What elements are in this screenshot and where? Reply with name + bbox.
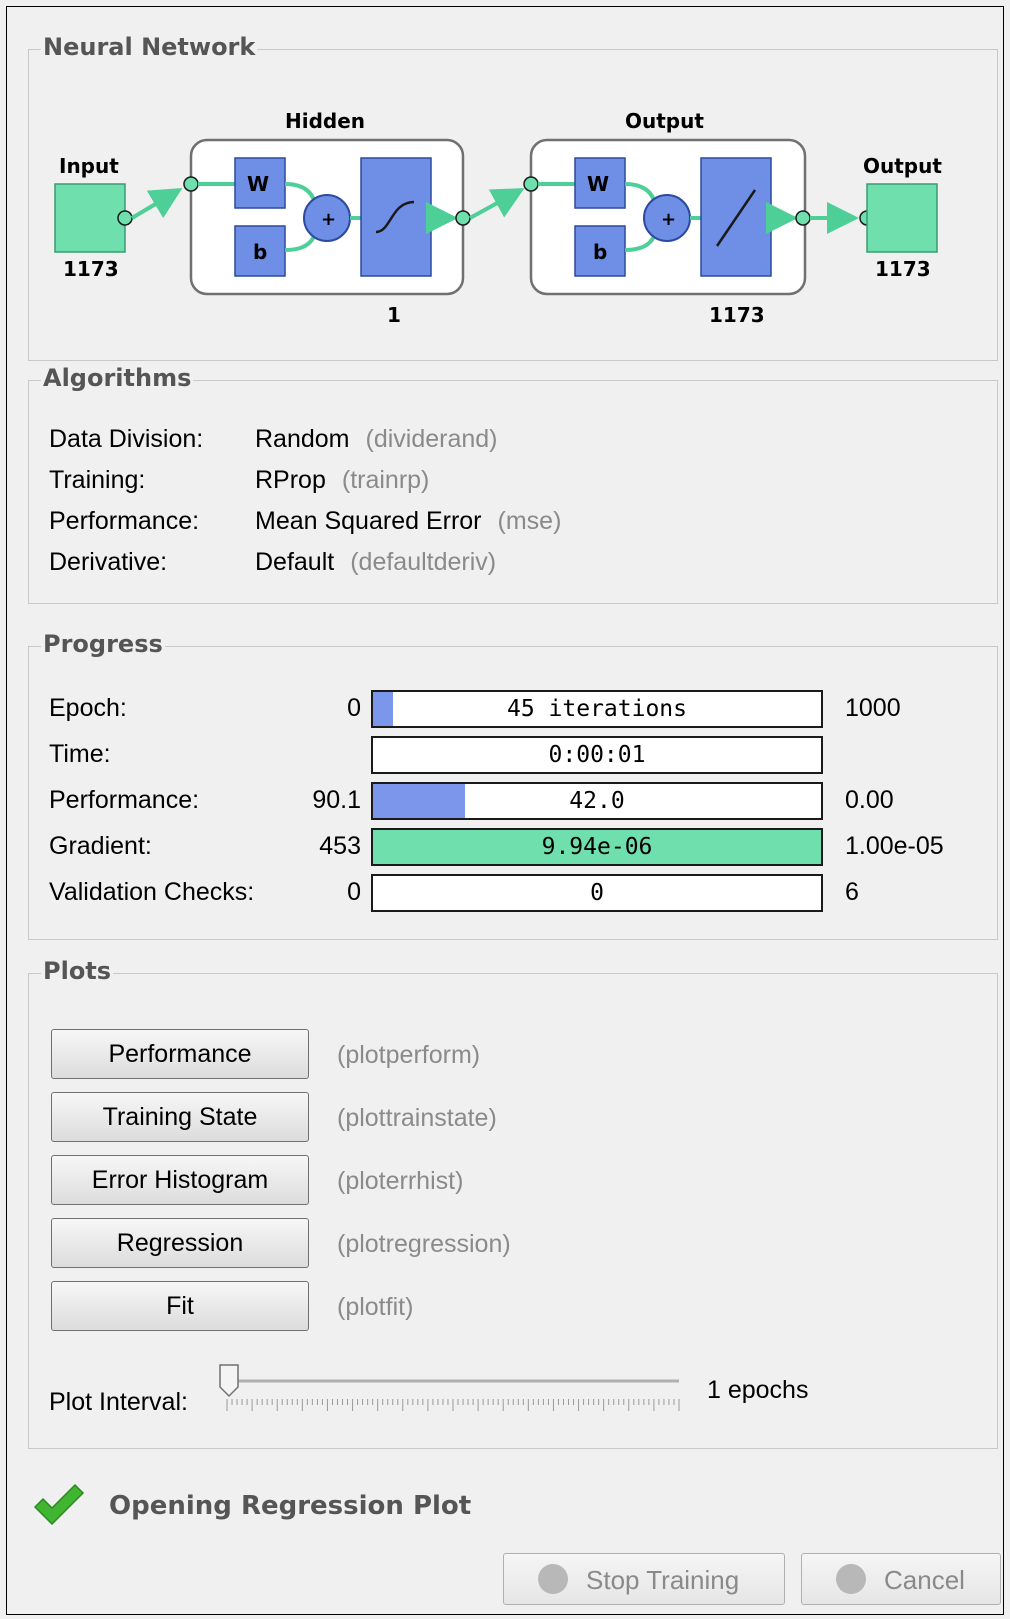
progress-min: 0 [347,878,361,906]
output-layer-size: 1173 [709,303,765,327]
progress-label: Performance: [49,786,200,814]
cancel-button[interactable]: Cancel [801,1553,1001,1605]
group-title-progress: Progress [41,630,165,658]
output-layer-label: Output [625,109,704,133]
progress-row-time: Time: 0:00:01 [29,736,997,776]
hidden-size: 1 [387,303,401,327]
algo-label: Data Division: [49,425,204,453]
algo-value-text: RProp [255,466,326,494]
network-diagram: Input 1173 Hidden W b + 1 Output W b + 1… [54,109,942,327]
plot-fn: (plotregression) [337,1230,511,1258]
plot-interval-value: 1 epochs [707,1376,809,1404]
output-b-label: b [593,240,607,264]
progress-text: 0:00:01 [548,742,646,768]
plot-fn: (plotperform) [337,1041,481,1069]
algo-label: Derivative: [49,548,168,576]
progress-group: Progress Epoch: 0 45 iterations 1000 Tim… [28,630,998,940]
status-text: Opening Regression Plot [109,1491,472,1521]
cancel-label: Cancel [884,1565,965,1595]
cancel-icon [836,1564,866,1594]
algo-value: Mean Squared Error (mse) [255,507,561,536]
progress-min: 0 [347,694,361,722]
slider-thumb[interactable] [219,1364,239,1398]
input-block [54,183,126,253]
algo-value-text: Random [255,425,350,453]
checkmark-icon [33,1483,85,1526]
progress-row-performance: Performance: 90.1 42.0 0.00 [29,782,997,822]
plot-fn: (plotfit) [337,1293,414,1321]
hidden-label: Hidden [285,109,365,133]
algo-fn: (trainrp) [341,466,430,494]
group-title-plots: Plots [41,957,114,985]
progress-row-epoch: Epoch: 0 45 iterations 1000 [29,690,997,730]
nntraintool-window: Neural Network Input 1173 Hidden W b + 1… [6,6,1004,1615]
training-state-plot-button[interactable]: Training State [51,1092,309,1142]
algo-label: Training: [49,466,146,494]
progress-min: 453 [319,832,361,860]
plot-interval-slider[interactable] [217,1357,697,1417]
progress-bar: 45 iterations [371,690,823,728]
progress-label: Gradient: [49,832,152,860]
progress-max: 0.00 [845,786,894,814]
output-size: 1173 [875,257,931,281]
algo-label: Performance: [49,507,200,535]
regression-plot-button[interactable]: Regression [51,1218,309,1268]
algo-value: Default (defaultderiv) [255,548,496,577]
algorithms-group: Algorithms Data Division: Random (divider… [28,364,998,604]
progress-text: 0 [590,880,604,906]
algo-fn: (mse) [497,507,562,535]
progress-label: Epoch: [49,694,127,722]
output-w-label: W [587,172,609,196]
plot-fn: (plottrainstate) [337,1104,497,1132]
plot-interval-label: Plot Interval: [49,1388,188,1416]
progress-bar: 0:00:01 [371,736,823,774]
hidden-plus-label: + [321,209,336,230]
progress-min: 90.1 [312,786,361,814]
group-title-algorithms: Algorithms [41,364,194,392]
hidden-transfer-block [360,157,432,277]
progress-text: 42.0 [569,788,625,814]
progress-bar: 9.94e-06 [371,828,823,866]
output-label: Output [863,154,942,178]
progress-max: 1.00e-05 [845,832,944,860]
algo-value: Random (dividerand) [255,425,498,454]
stop-training-label: Stop Training [586,1565,740,1595]
error-histogram-plot-button[interactable]: Error Histogram [51,1155,309,1205]
plots-group: Plots Performance (plotperform) Training… [28,957,998,1449]
input-size: 1173 [63,257,119,281]
progress-bar: 0 [371,874,823,912]
progress-label: Validation Checks: [49,878,255,906]
algo-fn: (dividerand) [365,425,498,453]
algo-value: RProp (trainrp) [255,466,429,495]
input-label: Input [59,154,119,178]
progress-max: 6 [845,878,859,906]
progress-label: Time: [49,740,111,768]
algo-value-text: Mean Squared Error [255,507,482,535]
progress-max: 1000 [845,694,901,722]
output-block [866,183,938,253]
progress-bar: 42.0 [371,782,823,820]
hidden-w-label: W [247,172,269,196]
progress-text: 9.94e-06 [541,834,653,860]
hidden-b-label: b [253,240,267,264]
stop-icon [538,1564,568,1594]
output-plus-label: + [661,209,676,230]
progress-text: 45 iterations [506,696,687,722]
performance-plot-button[interactable]: Performance [51,1029,309,1079]
neural-network-group: Neural Network Input 1173 Hidden W b + 1… [28,33,998,361]
plot-fn: (ploterrhist) [337,1167,464,1195]
algo-fn: (defaultderiv) [350,548,497,576]
progress-row-validation-checks: Validation Checks: 0 0 6 [29,874,997,914]
stop-training-button[interactable]: Stop Training [503,1553,785,1605]
progress-row-gradient: Gradient: 453 9.94e-06 1.00e-05 [29,828,997,868]
algo-value-text: Default [255,548,335,576]
fit-plot-button[interactable]: Fit [51,1281,309,1331]
